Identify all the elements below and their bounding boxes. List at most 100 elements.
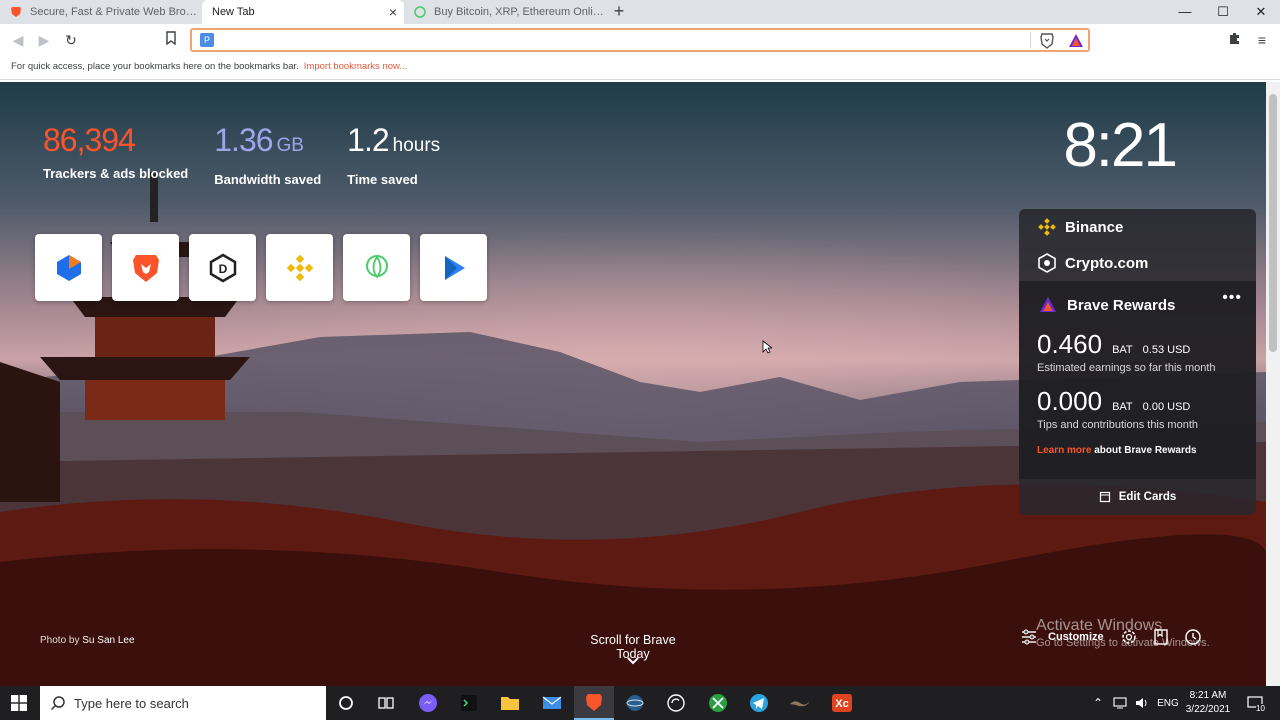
- windows-start-icon[interactable]: [11, 695, 27, 711]
- tips-row: 0.000 BAT 0.00 USD: [1037, 386, 1238, 417]
- taskbar-mail[interactable]: [532, 686, 572, 720]
- taskbar-file-explorer[interactable]: [490, 686, 530, 720]
- more-options-icon[interactable]: •••: [1222, 289, 1242, 307]
- bandwidth-unit: GB: [276, 135, 304, 156]
- bookmarks-bar: For quick access, place your bookmarks h…: [0, 56, 1280, 80]
- top-site-tile[interactable]: [266, 234, 333, 301]
- taskbar-app-lizard[interactable]: [780, 686, 820, 720]
- tab-new-tab[interactable]: New Tab ×: [202, 0, 404, 24]
- task-view-button[interactable]: [366, 686, 406, 720]
- customize-label: Customize: [1048, 631, 1104, 643]
- taskbar-clock[interactable]: 8:21 AM 3/22/2021: [1178, 689, 1238, 717]
- photo-author-link[interactable]: Su San Lee: [82, 635, 134, 646]
- address-input[interactable]: [218, 32, 1028, 48]
- taskbar-app-xc[interactable]: Xc: [822, 686, 862, 720]
- taskbar-app-green[interactable]: [698, 686, 738, 720]
- brave-lion-icon: [586, 694, 602, 711]
- sync-icon: [667, 694, 685, 712]
- cortana-button[interactable]: [326, 686, 366, 720]
- customize-button[interactable]: Customize: [1020, 628, 1104, 646]
- tips-amount: 0.000: [1037, 386, 1103, 416]
- globe-icon: [626, 695, 644, 711]
- bandwidth-value: 1.36: [214, 122, 273, 158]
- network-icon[interactable]: [1113, 697, 1127, 709]
- learn-more-line: Learn more about Brave Rewards: [1037, 445, 1238, 456]
- reload-icon[interactable]: ↻: [61, 30, 81, 50]
- top-site-tile[interactable]: D: [189, 234, 256, 301]
- top-site-tile[interactable]: [112, 234, 179, 301]
- taskbar-app-sync[interactable]: [656, 686, 696, 720]
- binance-card-title: Binance: [1065, 218, 1124, 236]
- close-tab-icon[interactable]: ×: [386, 5, 400, 19]
- show-hidden-icons[interactable]: ⌃: [1093, 696, 1103, 710]
- ntp-bottom-controls: Customize: [1020, 628, 1216, 646]
- brave-rewards-icon[interactable]: [1068, 33, 1084, 48]
- mail-icon: [542, 696, 562, 709]
- widget-cards: Binance Crypto.com Brave Rewards ••• 0.4…: [1019, 209, 1256, 515]
- back-icon[interactable]: ◀: [8, 30, 28, 50]
- input-language[interactable]: ENG: [1157, 698, 1179, 709]
- edit-cards-button[interactable]: Edit Cards: [1019, 479, 1256, 515]
- top-sites: D: [35, 234, 497, 301]
- taskbar-terminal[interactable]: [449, 686, 489, 720]
- taskbar-app-globe[interactable]: [615, 686, 655, 720]
- brave-rewards-icon: [1040, 297, 1056, 312]
- notifications-button[interactable]: 10: [1244, 686, 1266, 720]
- bookmark-icon[interactable]: [161, 30, 181, 50]
- forward-icon[interactable]: ▶: [34, 30, 54, 50]
- tips-usd: 0.00 USD: [1142, 401, 1191, 413]
- page-icon: P: [200, 33, 214, 47]
- new-tab-page: 86,394 Trackers & ads blocked 1.36 GB Ban…: [0, 82, 1266, 686]
- crypto-card-tab[interactable]: Crypto.com: [1019, 245, 1256, 281]
- top-site-tile[interactable]: [35, 234, 102, 301]
- history-icon[interactable]: [1184, 628, 1202, 646]
- time-stat: 1.2 hours Time saved: [347, 120, 440, 187]
- cortana-icon: [339, 696, 353, 710]
- messenger-icon: [419, 694, 437, 712]
- dapp-icon: D: [209, 253, 236, 282]
- ntp-clock: 8:21: [1063, 111, 1178, 180]
- learn-more-rest: about Brave Rewards: [1094, 445, 1197, 456]
- bookmarks-icon[interactable]: [1152, 628, 1170, 646]
- minimize-button[interactable]: —: [1166, 0, 1204, 24]
- trackers-count: 86,394: [43, 122, 136, 158]
- sliders-icon: [1022, 629, 1036, 645]
- close-window-button[interactable]: ✕: [1242, 0, 1280, 24]
- brave-icon: [132, 254, 159, 282]
- binance-card-tab[interactable]: Binance: [1019, 209, 1256, 245]
- extensions-icon[interactable]: [1225, 30, 1245, 50]
- chevron-down-icon[interactable]: [623, 654, 643, 668]
- taskbar-search[interactable]: Type here to search: [40, 686, 326, 720]
- learn-more-link[interactable]: Learn more: [1037, 445, 1091, 456]
- new-tab-button[interactable]: +: [610, 2, 628, 21]
- time-label: Time saved: [347, 172, 418, 187]
- import-bookmarks-link[interactable]: Import bookmarks now...: [304, 61, 407, 72]
- folder-icon: [501, 697, 519, 710]
- gear-icon[interactable]: [1120, 628, 1138, 646]
- toolbar: ◀ ▶ ↻ P ≡: [0, 24, 1280, 56]
- top-site-tile[interactable]: [420, 234, 487, 301]
- uphold-icon: [414, 6, 426, 18]
- tab-strip: Secure, Fast & Private Web Browser w New…: [0, 0, 1280, 24]
- tab-uphold[interactable]: Buy Bitcoin, XRP, Ethereum Online - U: [404, 0, 604, 24]
- taskbar-brave[interactable]: [574, 686, 614, 720]
- address-bar[interactable]: P: [190, 28, 1090, 52]
- vertical-scrollbar[interactable]: [1266, 82, 1280, 686]
- volume-icon[interactable]: [1135, 697, 1149, 709]
- tab-brave-site[interactable]: Secure, Fast & Private Web Browser w: [0, 0, 202, 24]
- menu-icon[interactable]: ≡: [1252, 30, 1272, 50]
- maximize-button[interactable]: ☐: [1204, 0, 1242, 24]
- scrollbar-thumb[interactable]: [1269, 94, 1277, 352]
- taskbar-telegram[interactable]: [739, 686, 779, 720]
- crypto-com-icon: [1038, 253, 1056, 273]
- tab-title: Buy Bitcoin, XRP, Ethereum Online - U: [434, 6, 604, 18]
- notification-count: 10: [1256, 704, 1265, 713]
- tab-title: New Tab: [212, 6, 255, 18]
- top-site-tile[interactable]: [343, 234, 410, 301]
- system-tray: ⌃ ENG: [1093, 686, 1189, 720]
- svg-text:D: D: [218, 262, 227, 276]
- bandwidth-label: Bandwidth saved: [214, 172, 322, 187]
- taskbar-messenger[interactable]: [408, 686, 448, 720]
- windows-taskbar: Type here to search Xc ⌃ ENG 8:21 AM 3/2…: [0, 686, 1280, 720]
- brave-shields-icon[interactable]: [1040, 33, 1054, 49]
